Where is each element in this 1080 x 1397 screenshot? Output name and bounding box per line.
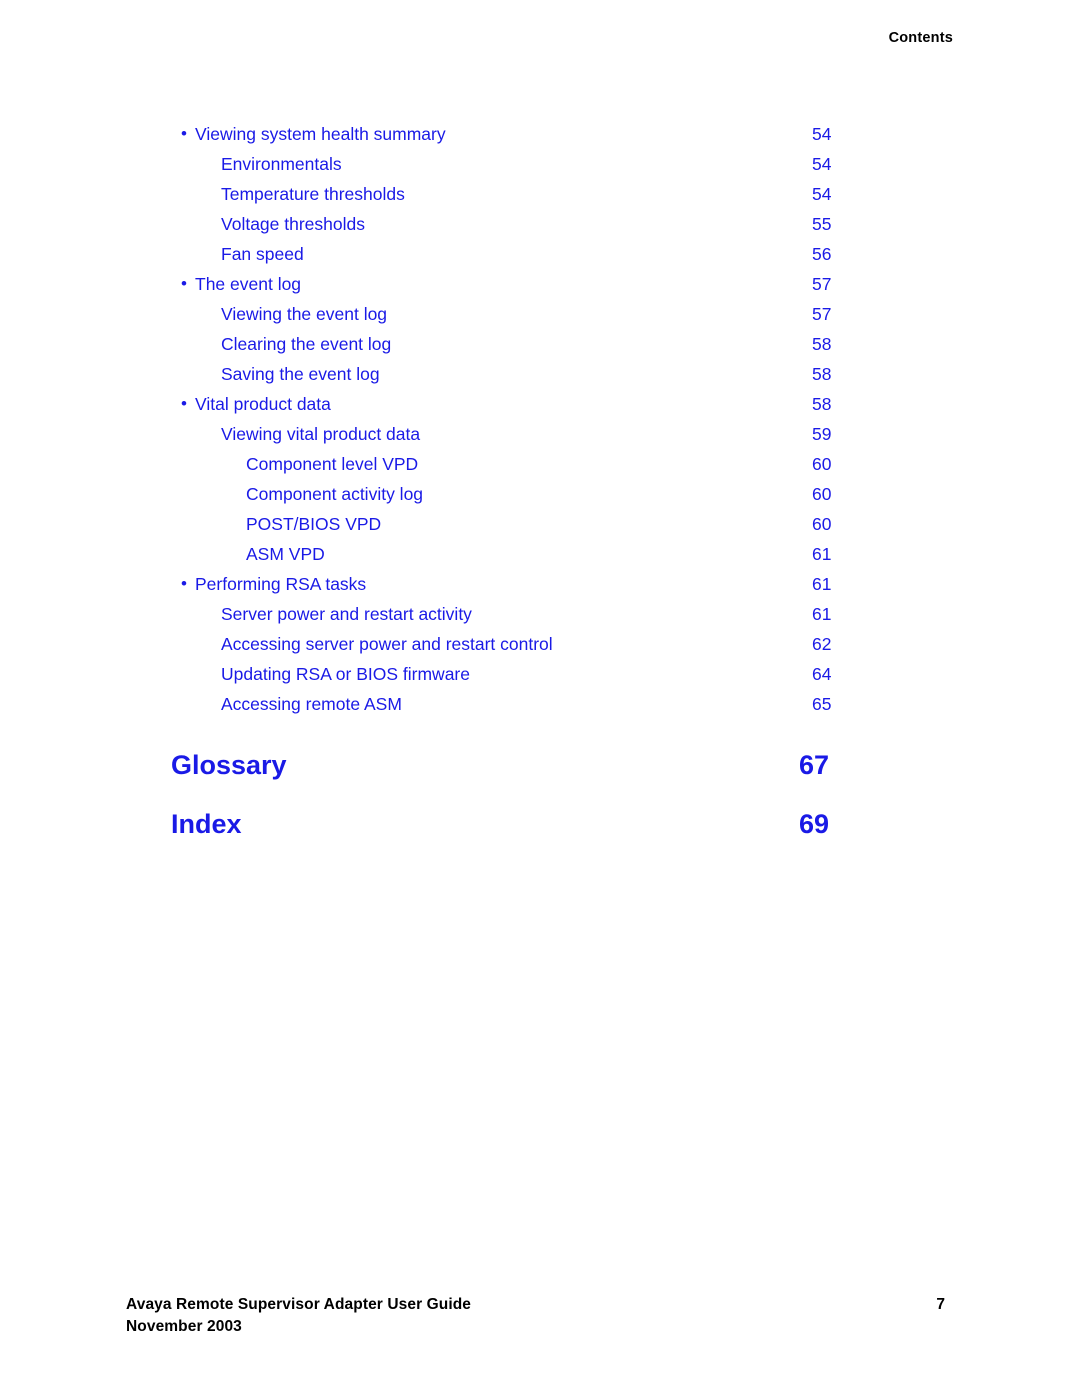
toc-entry-page: 57 (812, 274, 832, 294)
toc-entry-page: 65 (812, 694, 832, 714)
toc-entry-page: 56 (812, 244, 832, 264)
toc-entry-title: Viewing system health summary (195, 124, 446, 144)
toc-entry-page: 62 (812, 634, 832, 654)
toc-entry-index-title: Index (171, 809, 242, 839)
toc-entry-title: Fan speed (221, 244, 304, 264)
toc-entry[interactable]: • The event log 57 (0, 269, 1080, 299)
toc-entry-page: 61 (812, 604, 832, 624)
toc-entry-title: Vital product data (195, 394, 331, 414)
toc-entry-title: Viewing the event log (221, 304, 388, 324)
toc-entry-title: Environmentals (221, 154, 342, 174)
toc-entry[interactable]: Accessing server power and restart contr… (0, 629, 1080, 659)
toc-entry[interactable]: Clearing the event log 58 (0, 329, 1080, 359)
toc-entry[interactable]: Viewing the event log 57 (0, 299, 1080, 329)
toc-entry[interactable]: Server power and restart activity 61 (0, 599, 1080, 629)
toc-entry[interactable]: Updating RSA or BIOS firmware 64 (0, 659, 1080, 689)
toc-entry[interactable]: Fan speed 56 (0, 239, 1080, 269)
toc-entry[interactable]: Temperature thresholds 54 (0, 179, 1080, 209)
bullet-icon: • (181, 394, 187, 413)
toc-entry-page: 58 (812, 364, 832, 384)
toc-entry-page: 55 (812, 214, 832, 234)
toc-entry[interactable]: POST/BIOS VPD 60 (0, 509, 1080, 539)
toc-entry-page: 54 (812, 124, 832, 144)
toc-entry-page: 64 (812, 664, 832, 684)
toc-entry-title: Accessing server power and restart contr… (221, 634, 553, 654)
toc-entry[interactable]: Component level VPD 60 (0, 449, 1080, 479)
toc-entry[interactable]: • Vital product data 58 (0, 389, 1080, 419)
toc-entry-glossary-page: 67 (799, 750, 830, 780)
toc-entry-page: 60 (812, 514, 832, 534)
toc-entry[interactable]: Voltage thresholds 55 (0, 209, 1080, 239)
toc-entry-title: Voltage thresholds (221, 214, 365, 234)
toc-entry-title: Clearing the event log (221, 334, 392, 354)
running-header-contents: Contents (888, 30, 953, 46)
toc-entry-title: Updating RSA or BIOS firmware (221, 664, 470, 684)
toc-entry-title: ASM VPD (246, 544, 325, 564)
toc-entry-index[interactable]: Index 69 (0, 804, 1080, 844)
toc-entry-title: POST/BIOS VPD (246, 514, 382, 534)
toc-entry[interactable]: Component activity log 60 (0, 479, 1080, 509)
toc-entry-title: Accessing remote ASM (221, 694, 402, 714)
footer-page-number: 7 (936, 1296, 945, 1313)
toc-entry-page: 61 (812, 574, 832, 594)
toc-entry-page: 60 (812, 484, 832, 504)
toc-entry-glossary[interactable]: Glossary 67 (0, 745, 1080, 785)
bullet-icon: • (181, 574, 187, 593)
toc-entry-page: 60 (812, 454, 832, 474)
toc-entry[interactable]: ASM VPD 61 (0, 539, 1080, 569)
toc-entry[interactable]: Environmentals 54 (0, 149, 1080, 179)
toc-entry-title: The event log (195, 274, 302, 294)
toc-entry-page: 59 (812, 424, 832, 444)
page-footer: Avaya Remote Supervisor Adapter User Gui… (0, 1294, 1080, 1354)
toc-entry-page: 61 (812, 544, 832, 564)
toc-entry-page: 57 (812, 304, 832, 324)
toc-entry-page: 54 (812, 154, 832, 174)
toc-entry-title: Component activity log (246, 484, 424, 504)
toc-entry-title: Viewing vital product data (221, 424, 421, 444)
toc-entry-title: Saving the event log (221, 364, 380, 384)
toc-entry[interactable]: Viewing vital product data 59 (0, 419, 1080, 449)
toc-entry-title: Temperature thresholds (221, 184, 405, 204)
toc-entry[interactable]: • Viewing system health summary 54 (0, 119, 1080, 149)
toc-entry-page: 58 (812, 334, 832, 354)
footer-date: November 2003 (126, 1318, 242, 1335)
toc-entry-title: Server power and restart activity (221, 604, 472, 624)
bullet-icon: • (181, 274, 187, 293)
toc-entry-title: Component level VPD (246, 454, 419, 474)
toc-entry-title: Performing RSA tasks (195, 574, 367, 594)
toc-entry-glossary-title: Glossary (171, 750, 287, 780)
toc-entry-page: 54 (812, 184, 832, 204)
toc-entry[interactable]: Saving the event log 58 (0, 359, 1080, 389)
toc-entry[interactable]: • Performing RSA tasks 61 (0, 569, 1080, 599)
table-of-contents: • Viewing system health summary 54 Environm… (0, 119, 1080, 719)
toc-entry-index-page: 69 (799, 809, 830, 839)
toc-entry[interactable]: Accessing remote ASM 65 (0, 689, 1080, 719)
toc-entry-page: 58 (812, 394, 832, 414)
bullet-icon: • (181, 124, 187, 143)
